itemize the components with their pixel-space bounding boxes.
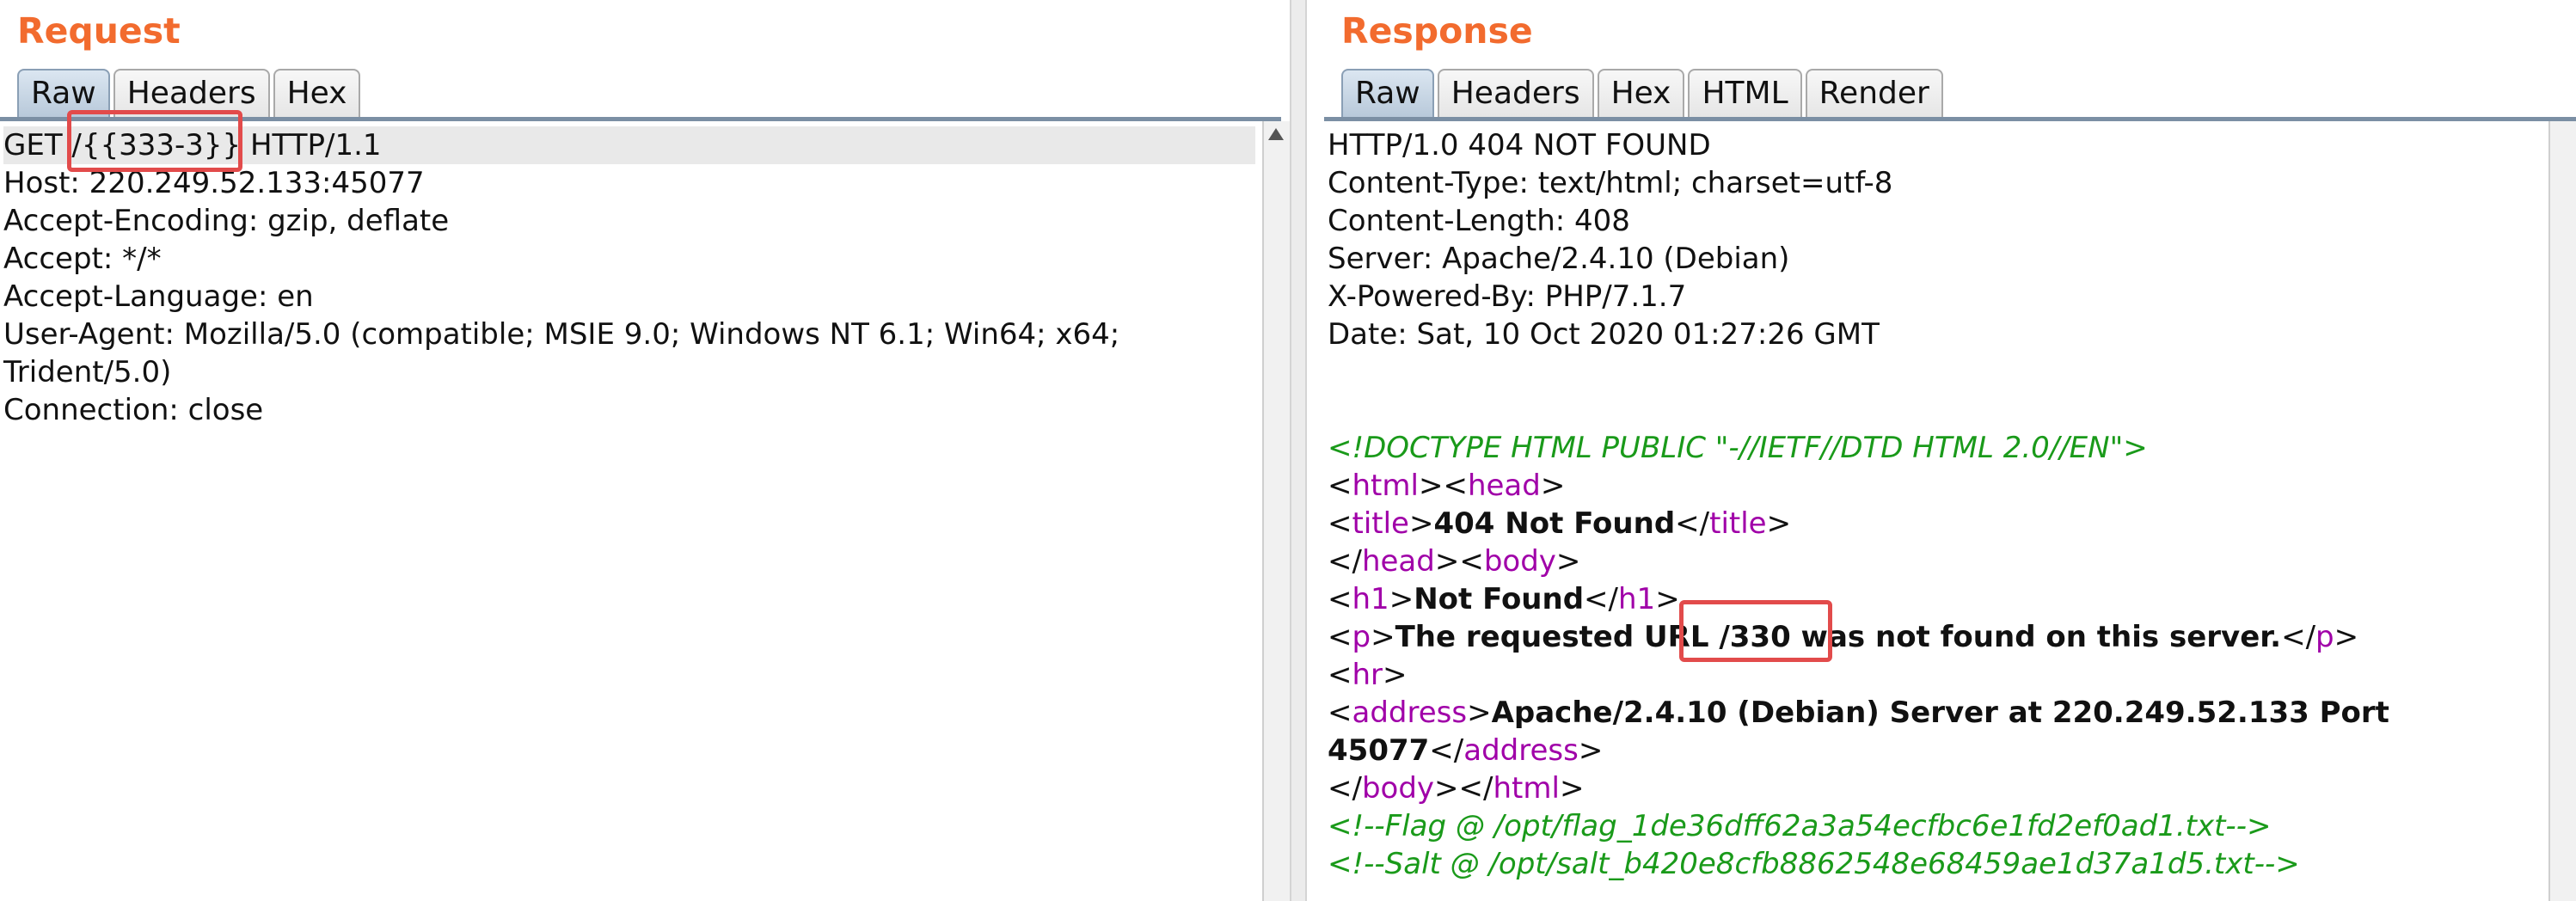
request-line-6: User-Agent: Mozilla/5.0 (compatible; MSI…	[3, 317, 1120, 352]
request-editor[interactable]: GET /{{333-3}} HTTP/1.1 Host: 220.249.52…	[0, 121, 1290, 901]
html-head-line: <html><head>	[1328, 469, 1566, 503]
response-tab-hex[interactable]: Hex	[1597, 69, 1685, 117]
response-tab-html[interactable]: HTML	[1688, 69, 1802, 117]
salt-comment-line: <!--Salt @ /opt/salt_b420e8cfb8862548e68…	[1328, 847, 2300, 881]
request-line-7: Trident/5.0)	[3, 355, 172, 389]
address-text-2: 45077	[1328, 733, 1430, 768]
response-pane: Response Raw Headers Hex HTML Render HTT…	[1307, 0, 2576, 901]
response-title: Response	[1341, 10, 1533, 52]
response-header-server: Server: Apache/2.4.10 (Debian)	[1328, 242, 1790, 276]
pane-divider[interactable]	[1290, 0, 1307, 901]
response-tab-render[interactable]: Render	[1805, 69, 1943, 117]
request-payload-callout	[67, 110, 242, 172]
scroll-up-arrow-icon[interactable]	[1268, 128, 1284, 140]
response-status-line: HTTP/1.0 404 NOT FOUND	[1328, 128, 1711, 162]
response-scrollbar[interactable]	[2548, 121, 2576, 901]
h1-line: <h1>Not Found</h1>	[1328, 582, 1680, 616]
response-header-content-length: Content-Length: 408	[1328, 204, 1630, 238]
title-text: 404 Not Found	[1433, 506, 1676, 541]
head-body-line: </head><body>	[1328, 544, 1581, 579]
request-line-5: Accept-Language: en	[3, 279, 314, 314]
request-line-3: Accept-Encoding: gzip, deflate	[3, 204, 450, 238]
response-header-content-type: Content-Type: text/html; charset=utf-8	[1328, 166, 1893, 200]
request-line-4: Accept: */*	[3, 242, 162, 276]
flag-comment-line: <!--Flag @ /opt/flag_1de36dff62a3a54ecfb…	[1328, 809, 2272, 843]
response-tab-headers[interactable]: Headers	[1437, 69, 1594, 117]
response-tab-raw[interactable]: Raw	[1341, 69, 1434, 117]
response-editor[interactable]: HTTP/1.0 404 NOT FOUND Content-Type: tex…	[1324, 121, 2576, 901]
hr-line: <hr>	[1328, 658, 1408, 692]
h1-text: Not Found	[1414, 582, 1585, 616]
address-text-1: Apache/2.4.10 (Debian) Server at 220.249…	[1491, 696, 2389, 730]
p-line: <p>The requested URL /330 was not found …	[1328, 620, 2359, 654]
response-header-powered-by: X-Powered-By: PHP/7.1.7	[1328, 279, 1687, 314]
request-title: Request	[17, 10, 181, 52]
address-line-2: 45077</address>	[1328, 733, 1604, 768]
doctype-line: <!DOCTYPE HTML PUBLIC "-//IETF//DTD HTML…	[1328, 431, 2148, 465]
title-line: <title>404 Not Found</title>	[1328, 506, 1792, 541]
address-line-1: <address>Apache/2.4.10 (Debian) Server a…	[1328, 696, 2389, 730]
response-header-date: Date: Sat, 10 Oct 2020 01:27:26 GMT	[1328, 317, 1880, 352]
p-text: The requested URL /330 was not found on …	[1395, 620, 2282, 654]
request-line-8: Connection: close	[3, 393, 264, 427]
body-html-close-line: </body></html>	[1328, 771, 1585, 806]
request-scrollbar[interactable]	[1262, 121, 1290, 901]
request-tab-hex[interactable]: Hex	[273, 69, 361, 117]
response-result-callout	[1679, 600, 1832, 662]
response-tabs: Raw Headers Hex HTML Render	[1341, 69, 1947, 117]
